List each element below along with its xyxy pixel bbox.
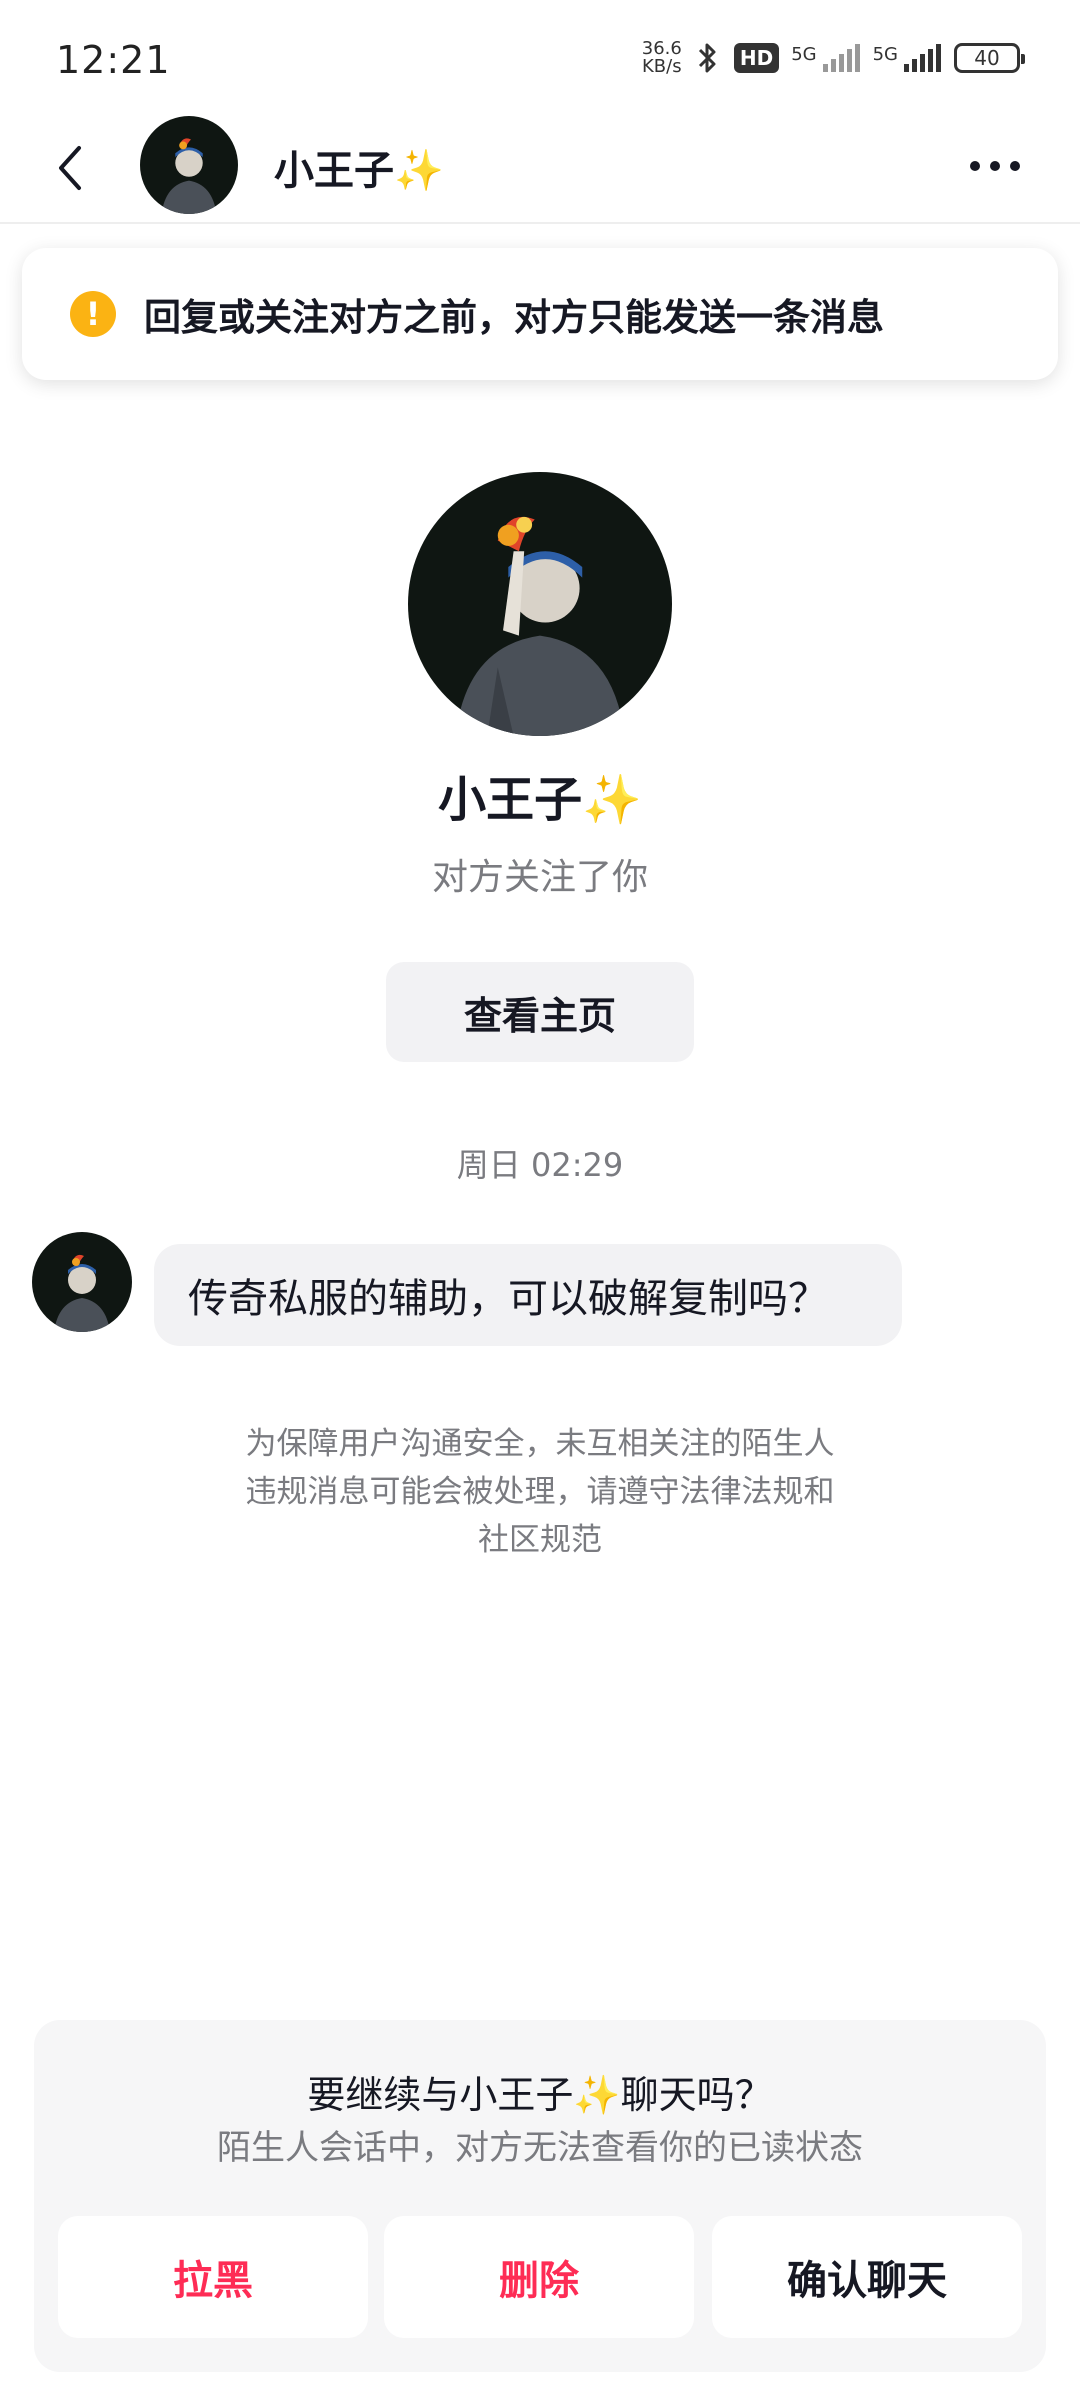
profile-name: 小王子✨: [438, 772, 642, 828]
header-title: 小王子✨: [274, 148, 444, 194]
chat-header: 小王子✨: [0, 112, 1080, 224]
status-bar: 12:21 36.6 KB/s HD 5G 5G 40: [0, 0, 1080, 110]
signal-5g-icon-2: 5G: [873, 44, 942, 72]
chevron-left-icon: [59, 146, 81, 190]
warning-icon: !: [70, 291, 116, 337]
battery-level: 40: [974, 46, 1000, 70]
notice-text: 回复或关注对方之前，对方只能发送一条消息: [144, 296, 884, 339]
safety-notice-line: 社区规范: [478, 1522, 602, 1558]
signal-5g-icon-1: 5G: [791, 44, 860, 72]
view-profile-button[interactable]: 查看主页: [386, 962, 694, 1062]
avatar-image: [140, 116, 238, 214]
safety-notice-line: 为保障用户沟通安全，未互相关注的陌生人: [245, 1426, 835, 1462]
message-avatar[interactable]: [32, 1232, 132, 1332]
bluetooth-icon: [694, 40, 722, 76]
battery-icon: 40: [954, 43, 1025, 73]
safety-notice-line: 违规消息可能会被处理，请遵守法律法规和: [245, 1474, 835, 1510]
more-options-button[interactable]: [960, 146, 1030, 186]
panel-subtitle: 陌生人会话中，对方无法查看你的已读状态: [217, 2128, 863, 2168]
stranger-chat-panel: 要继续与小王子✨聊天吗？ 陌生人会话中，对方无法查看你的已读状态 拉黑 删除 确…: [34, 2020, 1046, 2372]
status-icons: 36.6 KB/s HD 5G 5G 40: [642, 34, 1025, 82]
network-speed-unit: KB/s: [642, 56, 682, 77]
signal-label-1: 5G: [791, 44, 817, 65]
message-timestamp: 周日 02:29: [456, 1146, 624, 1184]
signal-label-2: 5G: [872, 44, 898, 65]
avatar-image: [408, 472, 672, 736]
hd-icon: HD: [733, 43, 780, 73]
more-dot-icon: [1010, 161, 1020, 171]
profile-avatar[interactable]: [408, 472, 672, 736]
status-time: 12:21: [56, 38, 171, 82]
header-avatar[interactable]: [140, 116, 238, 214]
back-button[interactable]: [40, 138, 100, 198]
notice-banner: ! 回复或关注对方之前，对方只能发送一条消息: [22, 248, 1058, 380]
block-button[interactable]: 拉黑: [58, 2216, 368, 2338]
panel-title: 要继续与小王子✨聊天吗？: [307, 2073, 773, 2117]
follow-status-text: 对方关注了你: [431, 857, 648, 898]
more-dot-icon: [990, 161, 1000, 171]
message-bubble[interactable]: 传奇私服的辅助，可以破解复制吗？: [154, 1244, 902, 1346]
more-dot-icon: [970, 161, 980, 171]
network-speed: 36.6 KB/s: [642, 40, 682, 76]
safety-notice: 为保障用户沟通安全，未互相关注的陌生人 违规消息可能会被处理，请遵守法律法规和 …: [180, 1420, 900, 1564]
avatar-image: [32, 1232, 132, 1332]
message-text: 传奇私服的辅助，可以破解复制吗？: [188, 1276, 828, 1322]
delete-button[interactable]: 删除: [384, 2216, 694, 2338]
confirm-chat-button[interactable]: 确认聊天: [712, 2216, 1022, 2338]
